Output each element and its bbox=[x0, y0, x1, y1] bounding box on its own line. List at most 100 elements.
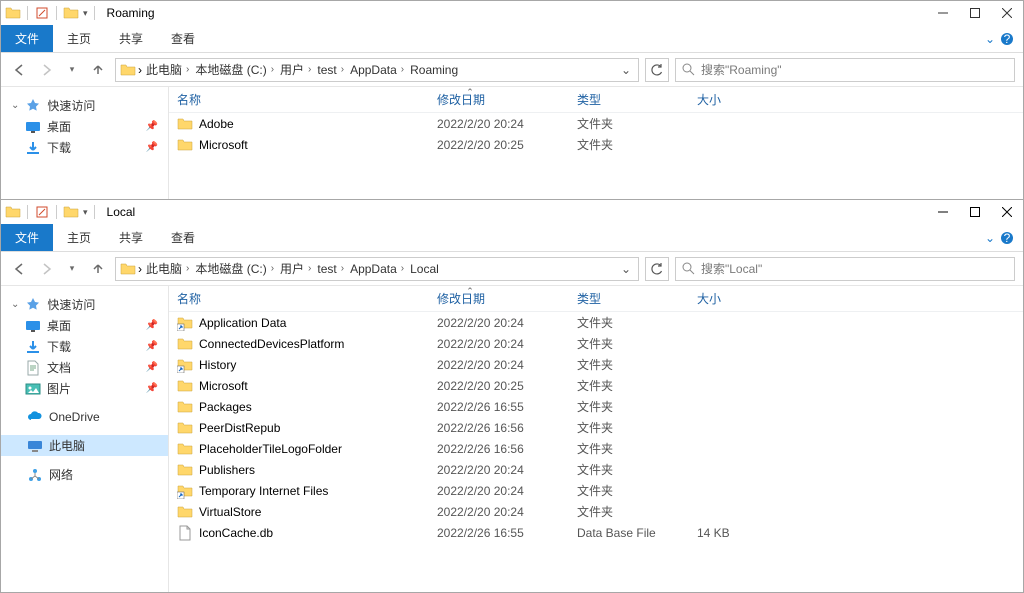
divider bbox=[94, 6, 95, 20]
file-tab[interactable]: 文件 bbox=[1, 224, 53, 251]
table-row[interactable]: Microsoft 2022/2/20 20:25 文件夹 bbox=[169, 375, 1023, 396]
table-row[interactable]: IconCache.db 2022/2/26 16:55 Data Base F… bbox=[169, 522, 1023, 543]
home-tab[interactable]: 主页 bbox=[53, 25, 105, 52]
close-button[interactable] bbox=[991, 200, 1023, 224]
sidebar-item-downloads[interactable]: 下载📌 bbox=[1, 137, 168, 158]
properties-icon[interactable] bbox=[34, 204, 50, 220]
sidebar-item-network[interactable]: 网络 bbox=[1, 464, 168, 485]
table-row[interactable]: Adobe 2022/2/20 20:24 文件夹 bbox=[169, 113, 1023, 134]
breadcrumb-item[interactable]: AppData› bbox=[348, 63, 406, 77]
breadcrumb-item[interactable]: Local bbox=[408, 262, 441, 276]
table-row[interactable]: Publishers 2022/2/20 20:24 文件夹 bbox=[169, 459, 1023, 480]
sidebar-item-quick-access[interactable]: ⌄快速访问 bbox=[1, 294, 168, 315]
recent-dropdown[interactable]: ▾ bbox=[61, 258, 83, 280]
view-tab[interactable]: 查看 bbox=[157, 224, 209, 251]
col-date[interactable]: 修改日期 bbox=[429, 290, 569, 307]
col-type[interactable]: 类型 bbox=[569, 91, 689, 108]
ribbon-collapse[interactable]: ⌄? bbox=[985, 25, 1023, 52]
sidebar-item-this-pc[interactable]: 此电脑 bbox=[1, 435, 168, 456]
col-name[interactable]: 名称 bbox=[169, 91, 429, 108]
table-row[interactable]: History 2022/2/20 20:24 文件夹 bbox=[169, 354, 1023, 375]
breadcrumb-item[interactable]: 此电脑› bbox=[144, 260, 191, 277]
column-headers[interactable]: ⌃ 名称 修改日期 类型 大小 bbox=[169, 87, 1023, 113]
sidebar-item-downloads[interactable]: 下载📌 bbox=[1, 336, 168, 357]
chevron-right-icon[interactable]: › bbox=[138, 262, 142, 276]
address-dropdown-icon[interactable]: ⌄ bbox=[618, 259, 634, 279]
recent-dropdown[interactable]: ▾ bbox=[61, 59, 83, 81]
forward-button[interactable] bbox=[35, 258, 57, 280]
breadcrumb-item[interactable]: 用户› bbox=[278, 260, 313, 277]
col-date[interactable]: 修改日期 bbox=[429, 91, 569, 108]
chevron-down-icon: ⌄ bbox=[985, 231, 995, 245]
file-name: IconCache.db bbox=[199, 526, 273, 540]
table-row[interactable]: Application Data 2022/2/20 20:24 文件夹 bbox=[169, 312, 1023, 333]
refresh-button[interactable] bbox=[645, 58, 669, 82]
titlebar[interactable]: ▾ Local bbox=[1, 200, 1023, 224]
share-tab[interactable]: 共享 bbox=[105, 25, 157, 52]
properties-icon[interactable] bbox=[34, 5, 50, 21]
share-tab[interactable]: 共享 bbox=[105, 224, 157, 251]
file-tab[interactable]: 文件 bbox=[1, 25, 53, 52]
table-row[interactable]: Microsoft 2022/2/20 20:25 文件夹 bbox=[169, 134, 1023, 155]
help-icon[interactable]: ? bbox=[999, 31, 1015, 47]
chevron-down-icon: ⌄ bbox=[11, 100, 19, 111]
view-tab[interactable]: 查看 bbox=[157, 25, 209, 52]
minimize-button[interactable] bbox=[927, 200, 959, 224]
refresh-button[interactable] bbox=[645, 257, 669, 281]
back-button[interactable] bbox=[9, 59, 31, 81]
folder-icon[interactable] bbox=[63, 204, 79, 220]
table-row[interactable]: Temporary Internet Files 2022/2/20 20:24… bbox=[169, 480, 1023, 501]
back-button[interactable] bbox=[9, 258, 31, 280]
file-name: Temporary Internet Files bbox=[199, 484, 328, 498]
col-size[interactable]: 大小 bbox=[689, 91, 769, 108]
minimize-button[interactable] bbox=[927, 1, 959, 25]
col-size[interactable]: 大小 bbox=[689, 290, 769, 307]
table-row[interactable]: PeerDistRepub 2022/2/26 16:56 文件夹 bbox=[169, 417, 1023, 438]
search-input[interactable]: 搜索"Local" bbox=[675, 257, 1015, 281]
forward-button[interactable] bbox=[35, 59, 57, 81]
sidebar-item-pictures[interactable]: 图片📌 bbox=[1, 378, 168, 399]
breadcrumbs[interactable]: › 此电脑› 本地磁盘 (C:)› 用户› test› AppData› Roa… bbox=[115, 58, 639, 82]
home-tab[interactable]: 主页 bbox=[53, 224, 105, 251]
help-icon[interactable]: ? bbox=[999, 230, 1015, 246]
maximize-button[interactable] bbox=[959, 200, 991, 224]
breadcrumb-item[interactable]: AppData› bbox=[348, 262, 406, 276]
address-dropdown-icon[interactable]: ⌄ bbox=[618, 60, 634, 80]
breadcrumb-item[interactable]: 此电脑› bbox=[144, 61, 191, 78]
breadcrumbs[interactable]: › 此电脑› 本地磁盘 (C:)› 用户› test› AppData› Loc… bbox=[115, 257, 639, 281]
table-row[interactable]: ConnectedDevicesPlatform 2022/2/20 20:24… bbox=[169, 333, 1023, 354]
maximize-button[interactable] bbox=[959, 1, 991, 25]
sidebar-item-desktop[interactable]: 桌面📌 bbox=[1, 116, 168, 137]
up-button[interactable] bbox=[87, 59, 109, 81]
col-type[interactable]: 类型 bbox=[569, 290, 689, 307]
file-date: 2022/2/26 16:56 bbox=[429, 421, 569, 435]
breadcrumb-item[interactable]: test› bbox=[315, 262, 346, 276]
folder-icon[interactable] bbox=[63, 5, 79, 21]
table-row[interactable]: Packages 2022/2/26 16:55 文件夹 bbox=[169, 396, 1023, 417]
sidebar-item-documents[interactable]: 文档📌 bbox=[1, 357, 168, 378]
sidebar-item-quick-access[interactable]: ⌄快速访问 bbox=[1, 95, 168, 116]
column-headers[interactable]: ⌃ 名称 修改日期 类型 大小 bbox=[169, 286, 1023, 312]
sidebar-item-desktop[interactable]: 桌面📌 bbox=[1, 315, 168, 336]
folder-icon bbox=[177, 137, 193, 153]
col-name[interactable]: 名称 bbox=[169, 290, 429, 307]
chevron-right-icon[interactable]: › bbox=[138, 63, 142, 77]
titlebar[interactable]: ▾ Roaming bbox=[1, 1, 1023, 25]
breadcrumb-item[interactable]: 本地磁盘 (C:)› bbox=[193, 61, 276, 78]
qat-dropdown-icon[interactable]: ▾ bbox=[83, 207, 88, 218]
file-type: 文件夹 bbox=[569, 356, 689, 373]
breadcrumb-item[interactable]: 用户› bbox=[278, 61, 313, 78]
qat-dropdown-icon[interactable]: ▾ bbox=[83, 8, 88, 19]
breadcrumb-item[interactable]: test› bbox=[315, 63, 346, 77]
table-row[interactable]: PlaceholderTileLogoFolder 2022/2/26 16:5… bbox=[169, 438, 1023, 459]
table-row[interactable]: VirtualStore 2022/2/20 20:24 文件夹 bbox=[169, 501, 1023, 522]
close-button[interactable] bbox=[991, 1, 1023, 25]
sidebar-item-onedrive[interactable]: OneDrive bbox=[1, 407, 168, 427]
ribbon-collapse[interactable]: ⌄? bbox=[985, 224, 1023, 251]
chevron-down-icon: ⌄ bbox=[985, 32, 995, 46]
breadcrumb-item[interactable]: Roaming bbox=[408, 63, 460, 77]
up-button[interactable] bbox=[87, 258, 109, 280]
search-input[interactable]: 搜索"Roaming" bbox=[675, 58, 1015, 82]
network-icon bbox=[27, 467, 43, 483]
breadcrumb-item[interactable]: 本地磁盘 (C:)› bbox=[193, 260, 276, 277]
